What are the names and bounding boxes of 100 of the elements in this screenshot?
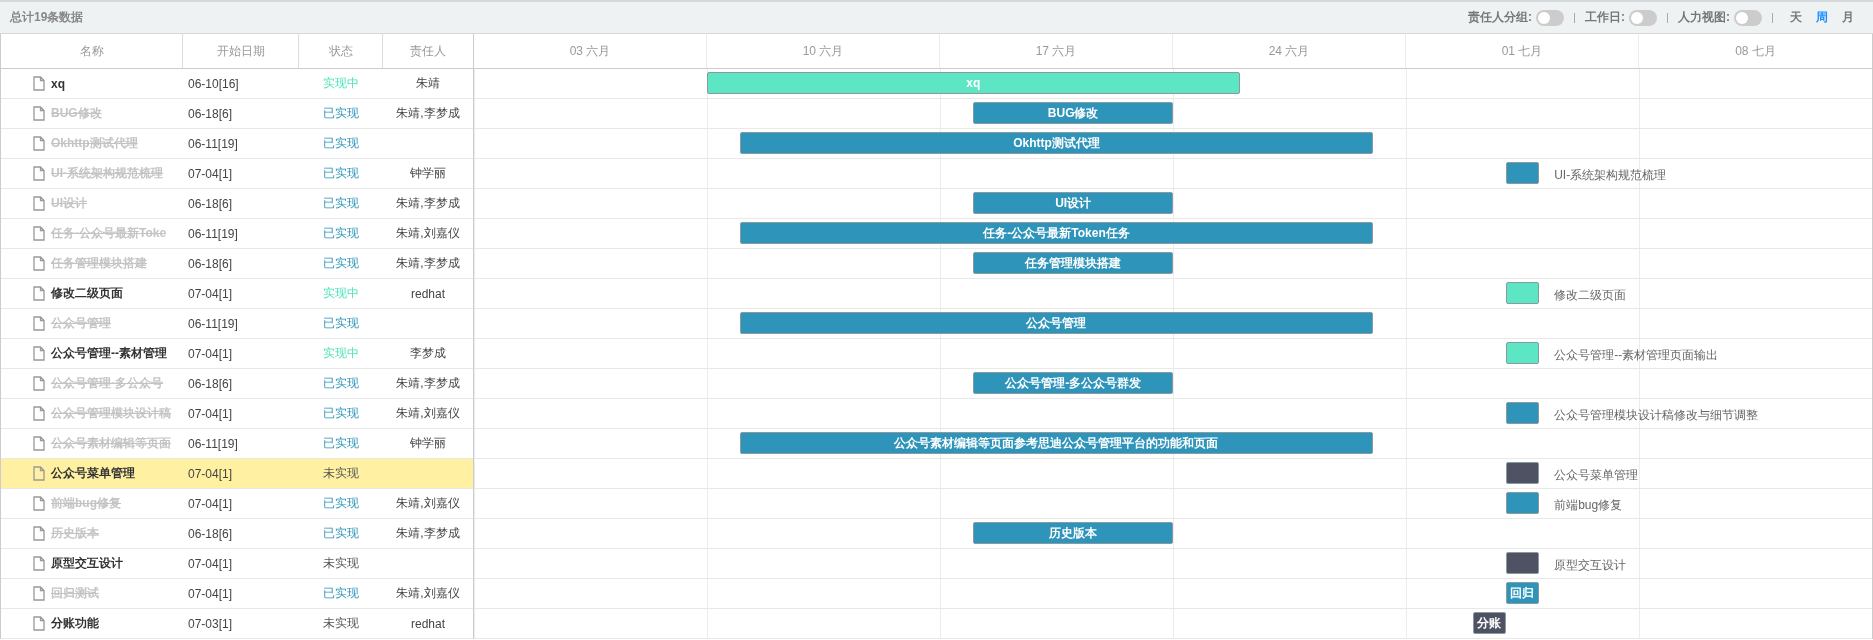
bar-label: 公众号管理--素材管理页面输出 bbox=[1554, 347, 1719, 364]
start-date: 07-04[1] bbox=[187, 465, 234, 483]
file-icon bbox=[33, 76, 45, 91]
owner-name: 钟学丽 bbox=[409, 165, 447, 182]
task-name: 修改二级页面 bbox=[51, 285, 123, 302]
task-bar[interactable]: 分账 bbox=[1472, 612, 1506, 634]
start-date: 06-18[6] bbox=[187, 195, 234, 213]
task-bar[interactable] bbox=[1505, 492, 1540, 514]
week-label: 17 六月 bbox=[1035, 42, 1077, 60]
start-date: 07-04[1] bbox=[187, 345, 234, 363]
start-date: 07-04[1] bbox=[187, 495, 234, 513]
owner-name: 朱靖,李梦成 bbox=[395, 255, 461, 272]
start-date: 07-04[1] bbox=[187, 165, 234, 183]
week-label: 08 七月 bbox=[1735, 42, 1776, 60]
file-icon bbox=[33, 196, 45, 211]
toggle-switch[interactable] bbox=[1629, 9, 1657, 26]
table-row[interactable]: 回归测试 07-04[1] 已实现 朱靖,刘嘉仪 bbox=[1, 579, 473, 609]
table-row[interactable]: 历史版本 06-18[6] 已实现 朱靖,李梦成 bbox=[1, 519, 473, 549]
task-name: xq bbox=[51, 76, 65, 91]
owner-name: redhat bbox=[410, 285, 446, 303]
owner-name: 朱靖,刘嘉仪 bbox=[395, 405, 461, 422]
status-text: 已实现 bbox=[322, 405, 360, 422]
week-label: 01 七月 bbox=[1501, 42, 1543, 60]
start-date: 06-18[6] bbox=[187, 105, 234, 123]
scale-tab[interactable]: 天 bbox=[1783, 9, 1809, 26]
toggle-label: 责任人分组: bbox=[1468, 9, 1532, 26]
table-row[interactable]: 修改二级页面 07-04[1] 实现中 redhat bbox=[1, 279, 473, 309]
week-label: 24 六月 bbox=[1268, 42, 1310, 60]
table-row[interactable]: 原型交互设计 07-04[1] 未实现 bbox=[1, 549, 473, 579]
file-icon bbox=[33, 226, 45, 241]
table-row[interactable]: 公众号菜单管理 07-04[1] 未实现 bbox=[1, 459, 473, 489]
status-text: 未实现 bbox=[322, 615, 360, 632]
task-name: 分账功能 bbox=[51, 615, 99, 632]
table-row[interactable]: 任务-公众号最新Toke 06-11[19] 已实现 朱靖,刘嘉仪 bbox=[1, 219, 473, 249]
file-icon bbox=[33, 556, 45, 571]
column-header: 开始日期 bbox=[183, 34, 299, 68]
file-icon bbox=[33, 376, 45, 391]
owner-name: 朱靖,刘嘉仪 bbox=[395, 495, 461, 512]
status-text: 已实现 bbox=[322, 195, 360, 212]
file-icon bbox=[33, 316, 45, 331]
file-icon bbox=[33, 406, 45, 421]
bar-label: 原型交互设计 bbox=[1554, 557, 1627, 574]
toggle-switch[interactable] bbox=[1734, 9, 1762, 26]
task-name: 回归测试 bbox=[51, 585, 99, 602]
owner-name: redhat bbox=[410, 615, 446, 633]
toggle-label: 工作日: bbox=[1585, 9, 1625, 26]
task-bar[interactable] bbox=[1505, 162, 1540, 184]
file-icon bbox=[33, 286, 45, 301]
table-row[interactable]: 分账功能 07-03[1] 未实现 redhat bbox=[1, 609, 473, 639]
task-name: 公众号素材编辑等页面 bbox=[51, 435, 171, 452]
start-date: 06-18[6] bbox=[187, 525, 234, 543]
owner-name: 朱靖,李梦成 bbox=[395, 525, 461, 542]
table-row[interactable]: xq 06-10[16] 实现中 朱靖 bbox=[1, 69, 473, 99]
toggle-switch[interactable] bbox=[1536, 9, 1564, 26]
table-row[interactable]: BUG修改 06-18[6] 已实现 朱靖,李梦成 bbox=[1, 99, 473, 129]
file-icon bbox=[33, 526, 45, 541]
status-text: 已实现 bbox=[322, 315, 360, 332]
table-row[interactable]: 任务管理模块搭建 06-18[6] 已实现 朱靖,李梦成 bbox=[1, 249, 473, 279]
table-row[interactable]: 前端bug修复 07-04[1] 已实现 朱靖,刘嘉仪 bbox=[1, 489, 473, 519]
task-bar[interactable] bbox=[1505, 462, 1540, 484]
start-date: 07-03[1] bbox=[187, 615, 234, 633]
table-row[interactable]: Okhttp测试代理 06-11[19] 已实现 bbox=[1, 129, 473, 159]
table-row[interactable]: 公众号管理模块设计稿 07-04[1] 已实现 朱靖,刘嘉仪 bbox=[1, 399, 473, 429]
start-date: 06-10[16] bbox=[187, 75, 240, 93]
bar-label: 公众号菜单管理 bbox=[1554, 467, 1639, 484]
owner-name: 朱靖,刘嘉仪 bbox=[395, 585, 461, 602]
column-header: 责任人 bbox=[409, 42, 447, 60]
task-name: 原型交互设计 bbox=[51, 555, 123, 572]
file-icon bbox=[33, 106, 45, 121]
start-date: 06-11[19] bbox=[187, 225, 239, 243]
task-name: 历史版本 bbox=[51, 525, 99, 542]
start-date: 07-04[1] bbox=[187, 585, 234, 603]
status-text: 实现中 bbox=[322, 75, 360, 92]
table-row[interactable]: 公众号管理 06-11[19] 已实现 bbox=[1, 309, 473, 339]
status-text: 已实现 bbox=[322, 105, 360, 122]
toggle-label: 人力视图: bbox=[1678, 9, 1730, 26]
scale-tab[interactable]: 月 bbox=[1835, 9, 1861, 26]
owner-name: 朱靖,李梦成 bbox=[395, 195, 461, 212]
file-icon bbox=[33, 136, 45, 151]
table-row[interactable]: 公众号管理-多公众号 06-18[6] 已实现 朱靖,李梦成 bbox=[1, 369, 473, 399]
task-name: BUG修改 bbox=[51, 105, 102, 122]
table-row[interactable]: UI设计 06-18[6] 已实现 朱靖,李梦成 bbox=[1, 189, 473, 219]
file-icon bbox=[33, 346, 45, 361]
bar-label: UI-系统架构规范梳理 bbox=[1554, 167, 1667, 184]
task-name: 公众号菜单管理 bbox=[51, 465, 135, 482]
week-label: 03 六月 bbox=[569, 42, 611, 60]
bar-label: 修改二级页面 bbox=[1554, 287, 1627, 304]
task-name: 公众号管理 bbox=[51, 315, 111, 332]
task-name: 公众号管理--素材管理 bbox=[51, 345, 167, 362]
owner-name: 朱靖,李梦成 bbox=[395, 105, 461, 122]
bar-label: 前端bug修复 bbox=[1554, 497, 1623, 514]
task-name: 任务-公众号最新Toke bbox=[51, 225, 167, 242]
owner-name: 朱靖 bbox=[415, 75, 441, 92]
task-bar[interactable] bbox=[1505, 402, 1540, 424]
status-text: 已实现 bbox=[322, 375, 360, 392]
task-name: UI设计 bbox=[51, 195, 87, 212]
task-bar[interactable] bbox=[1505, 552, 1540, 574]
table-row[interactable]: 公众号管理--素材管理 07-04[1] 实现中 李梦成 bbox=[1, 339, 473, 369]
table-row[interactable]: UI-系统架构规范梳理 07-04[1] 已实现 钟学丽 bbox=[1, 159, 473, 189]
status-text: 实现中 bbox=[322, 285, 360, 302]
